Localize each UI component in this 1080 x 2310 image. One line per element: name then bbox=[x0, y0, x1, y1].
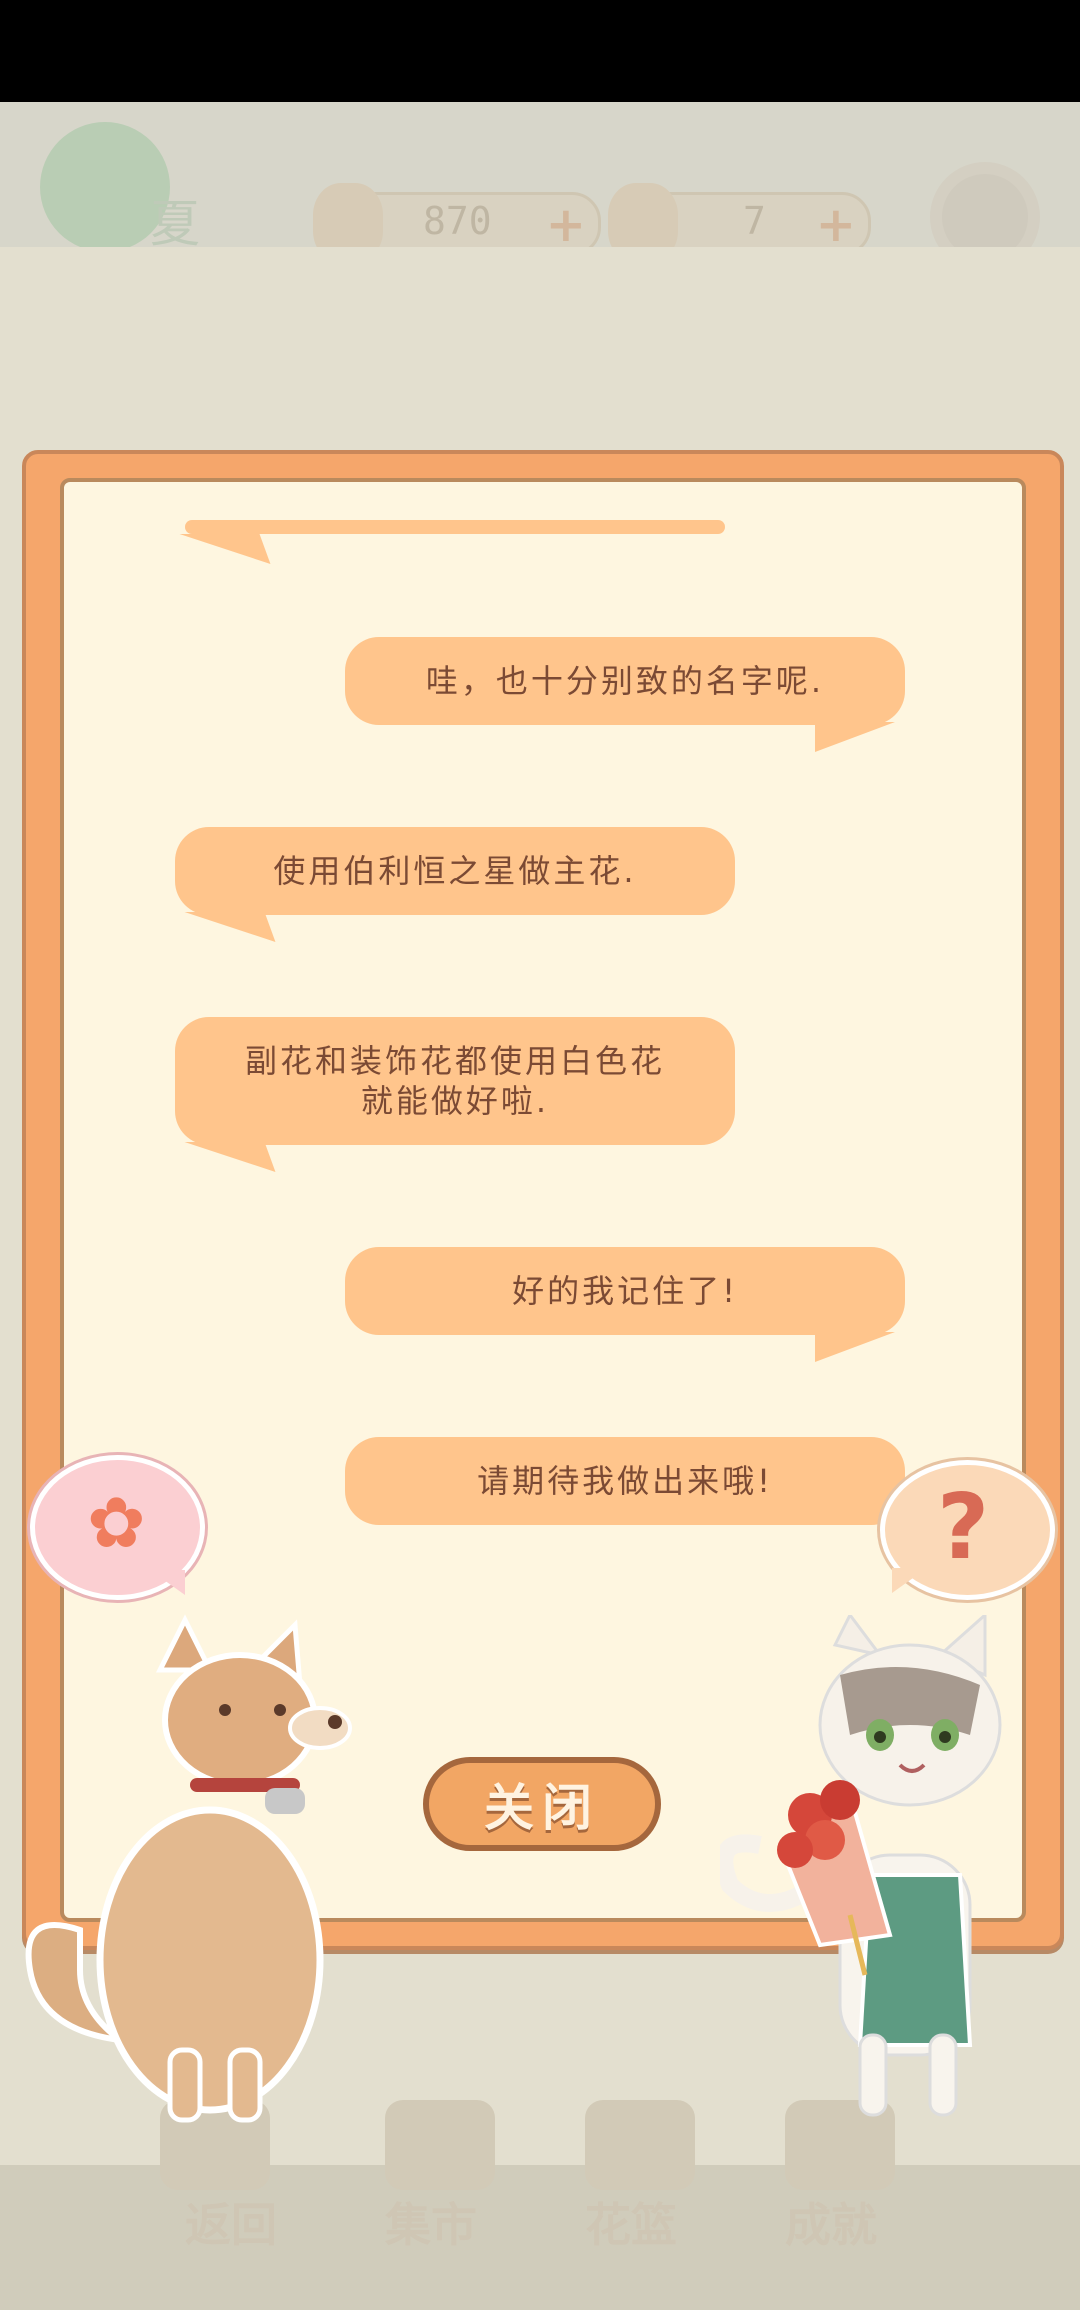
bubble-tail bbox=[179, 534, 271, 564]
question-icon: ? bbox=[937, 1475, 990, 1580]
message-text-line1: 副花和装饰花都使用白色花 bbox=[244, 1042, 665, 1080]
message-bubble-right: 请期待我做出来哦! bbox=[345, 1437, 905, 1525]
bubble-tail bbox=[892, 1568, 927, 1593]
cat-character bbox=[720, 1615, 1002, 2117]
previous-bubble-edge bbox=[185, 520, 725, 534]
season-label: 夏 bbox=[150, 195, 200, 253]
add-cheese-icon[interactable]: + bbox=[816, 197, 856, 253]
bubble-tail bbox=[184, 1142, 276, 1172]
message-bubble-right: 好的我记住了! bbox=[345, 1247, 905, 1335]
top-bar: 夏 870 + 7 + 设置 bbox=[0, 102, 1080, 310]
message-bubble-left: 使用伯利恒之星做主花. bbox=[175, 827, 735, 915]
status-bar bbox=[0, 0, 1080, 102]
bubble-tail bbox=[815, 1332, 895, 1362]
message-text: 好的我记住了! bbox=[512, 1272, 738, 1310]
message-text: 请期待我做出来哦! bbox=[477, 1462, 773, 1500]
message-bubble-right: 哇，也十分别致的名字呢. bbox=[345, 637, 905, 725]
bottom-nav: 返回 集市 花篮 成就 bbox=[0, 2100, 1080, 2310]
nav-achievements[interactable]: 成就 bbox=[785, 2189, 877, 2255]
close-button[interactable]: 关闭 bbox=[423, 1757, 661, 1851]
message-text-line2: 就能做好啦. bbox=[360, 1082, 550, 1120]
dog-character bbox=[25, 1614, 352, 2123]
market-nav-icon bbox=[385, 2100, 495, 2190]
fish-count: 870 bbox=[423, 199, 492, 243]
message-text: 哇，也十分别致的名字呢. bbox=[425, 662, 825, 700]
bubble-tail bbox=[815, 722, 895, 752]
message-bubble-left: 副花和装饰花都使用白色花 就能做好啦. bbox=[175, 1017, 735, 1145]
nav-market[interactable]: 集市 bbox=[385, 2189, 477, 2255]
nav-basket[interactable]: 花篮 bbox=[585, 2189, 677, 2255]
flower-icon: ✿ bbox=[87, 1482, 146, 1564]
bubble-tail bbox=[184, 912, 276, 942]
add-fish-icon[interactable]: + bbox=[546, 197, 586, 253]
basket-nav-icon bbox=[585, 2100, 695, 2190]
message-text: 使用伯利恒之星做主花. bbox=[273, 852, 637, 890]
nav-back[interactable]: 返回 bbox=[185, 2189, 277, 2255]
cheese-count: 7 bbox=[743, 199, 766, 243]
bubble-tail bbox=[150, 1570, 185, 1595]
